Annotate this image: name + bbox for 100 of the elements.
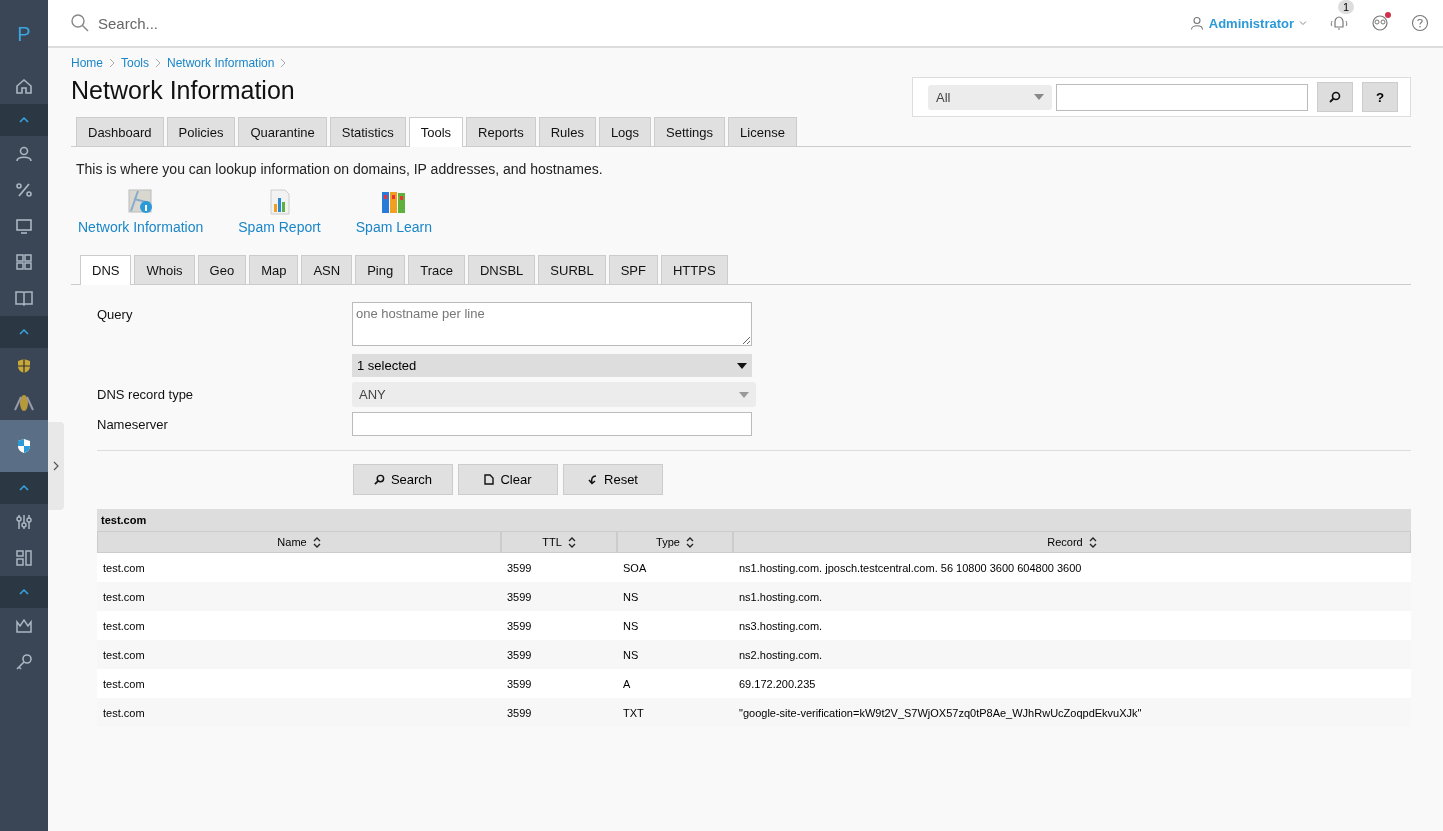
tab[interactable]: DNSBL [467,255,536,284]
tool-link[interactable]: Spam Report [238,219,321,235]
record-type-dropdown[interactable]: ANY [352,382,756,407]
multi-select-dropdown[interactable]: 1 selected [352,354,752,377]
bee-icon [14,392,34,412]
bell-icon[interactable] [1329,14,1349,32]
tool-link[interactable]: Network Information [78,219,204,235]
grid-icon [14,252,34,272]
caret-icon [1299,20,1307,26]
tab[interactable]: Rules [538,117,596,146]
table-cell-text: 3599 [506,618,533,634]
breadcrumb-link[interactable]: Tools [121,56,150,70]
search-field[interactable]: Search... [96,13,400,33]
collapse-toggle[interactable] [0,316,48,348]
crown-icon [14,616,34,636]
tab[interactable]: Ping [355,255,406,284]
tab[interactable]: Tools [408,117,464,147]
description-text: This is where you can lookup information on domains, IP addresses, and hostnames. [76,161,604,177]
monitor-icon [14,216,34,236]
table-cell-text: 3599 [506,647,533,663]
tab[interactable]: Map [249,255,299,284]
collapse-toggle[interactable] [0,576,48,608]
tab[interactable]: Statistics [329,117,406,146]
reset-button[interactable]: Reset [563,464,663,495]
table-cell-text: 3599 [506,676,533,692]
table-cell-text: test.com [102,676,146,692]
clear-button[interactable]: Clear [458,464,558,495]
field-label: Query [97,306,134,324]
search-button[interactable] [1317,82,1353,112]
layout-icon [14,548,34,568]
page-title: Network Information [71,76,295,105]
table-cell-text: "google-site-verification=kW9t2V_S7WjOX57zq0tP8Ae_WJhRwUcZoqpdEkvuXJk" [738,705,1143,721]
quick-search-field[interactable] [1056,83,1308,111]
group-header: test.com [97,509,1411,531]
scope-dropdown[interactable]: All [928,84,1052,110]
chevron-right-icon [109,58,115,68]
column-header[interactable]: Name [97,531,501,553]
tab[interactable]: SURBL [538,255,606,284]
sort-icon [685,536,694,548]
tab[interactable]: DNS [80,255,132,285]
query-field[interactable]: one hostname per line [352,302,752,346]
table-cell-text: NS [622,618,640,634]
tab[interactable]: SPF [608,255,658,284]
chevron-up-icon [18,588,30,596]
user-name: Administrator [1208,15,1294,31]
chevron-right-icon [53,461,59,471]
table-cell-text: test.com [102,560,146,576]
tab[interactable]: Reports [466,117,536,146]
column-header[interactable]: TTL [501,531,617,553]
tab[interactable]: Policies [166,117,236,146]
tab[interactable]: Trace [408,255,465,284]
nameserver-field[interactable] [352,412,752,436]
column-header[interactable]: Record [733,531,1411,553]
breadcrumb-link[interactable]: Home [71,56,103,70]
tab[interactable]: License [728,117,797,146]
sort-icon [312,536,321,548]
user-icon [14,144,34,164]
tab[interactable]: Settings [654,117,726,146]
field-label: Nameserver [97,416,169,432]
breadcrumb-link[interactable]: Network Information [167,56,275,70]
logo[interactable]: P [0,0,48,68]
table-cell-text: NS [622,589,640,605]
table-cell-text: A [622,676,632,692]
chevron-up-icon [18,328,30,336]
table-cell-text: ns3.hosting.com. [738,618,824,634]
table-cell-text: test.com [102,589,146,605]
tab[interactable]: Geo [197,255,247,284]
sidebar-expand-handle[interactable] [48,422,64,510]
home-icon [14,76,34,96]
field-label: DNS record type [97,387,195,402]
chevron-up-icon [18,116,30,124]
tab[interactable]: Quarantine [238,117,327,146]
tool-link[interactable]: Spam Learn [355,219,433,235]
search-button[interactable]: Search [353,464,453,495]
table-cell-text: SOA [622,560,648,576]
table-cell-text: TXT [622,705,645,721]
sidebar-item[interactable] [0,420,48,472]
binders-icon [379,189,408,215]
column-header[interactable]: Type [617,531,733,553]
map-info-icon [127,189,154,215]
percent-icon [14,180,34,200]
tab[interactable]: Whois [134,255,195,284]
table-cell-text: NS [622,647,640,663]
tab[interactable]: Dashboard [76,117,164,146]
collapse-toggle[interactable] [0,472,48,504]
table-cell-text: test.com [102,705,146,721]
table-cell-text: 3599 [506,589,533,605]
table-cell-text: ns1.hosting.com. [738,589,824,605]
tab[interactable]: ASN [301,255,353,284]
tab[interactable]: Logs [598,117,652,146]
notification-count: 1 [1338,0,1355,14]
help-button[interactable]: ? [1362,82,1398,112]
collapse-toggle[interactable] [0,104,48,136]
chevron-up-icon [18,484,30,492]
search-icon [373,474,385,485]
book-icon [14,288,34,308]
tab[interactable]: HTTPS [661,255,728,284]
table-cell-text: 69.172.200.235 [738,676,817,692]
help-icon[interactable] [1411,14,1429,32]
table-cell-text: ns2.hosting.com. [738,647,824,663]
